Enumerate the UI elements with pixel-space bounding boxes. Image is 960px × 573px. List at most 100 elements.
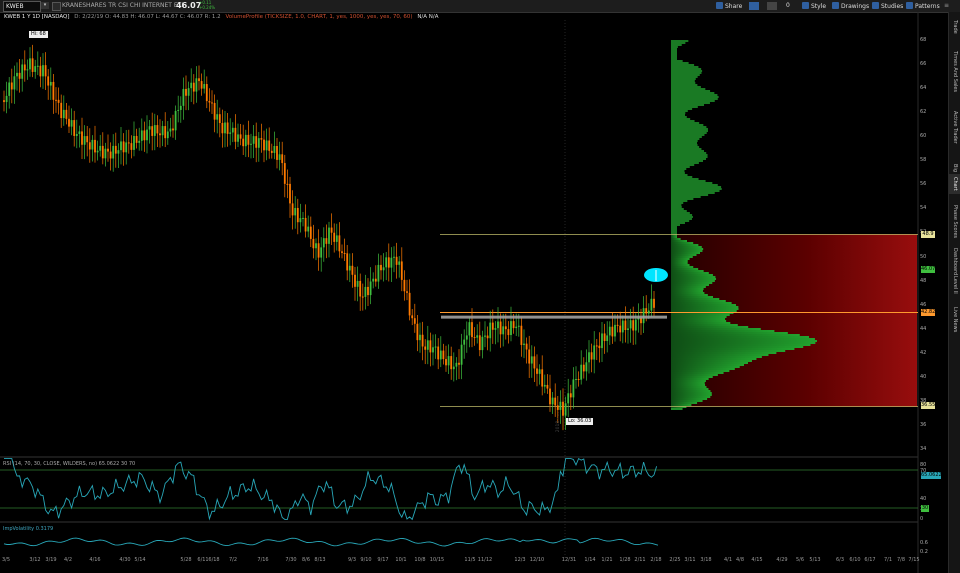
- candle-body: [187, 88, 190, 96]
- high-label: Hi: 68: [29, 31, 48, 38]
- profile-bar: [671, 106, 698, 108]
- profile-bar: [671, 186, 722, 188]
- date-tick: 5/6: [795, 557, 805, 563]
- candle-body: [151, 126, 154, 136]
- date-tick: 4/30: [119, 557, 131, 563]
- candle-body: [299, 218, 302, 223]
- candle-body: [88, 142, 91, 150]
- profile-bar: [671, 110, 688, 112]
- profile-bar: [671, 150, 704, 152]
- profile-bar: [671, 44, 682, 46]
- price-tick: 40: [920, 373, 927, 380]
- candle-body: [442, 350, 445, 360]
- profile-bar: [671, 316, 727, 318]
- side-tab-live-news[interactable]: Live News: [949, 300, 960, 340]
- candle-body: [250, 143, 252, 145]
- date-tick: 10/15: [429, 557, 445, 563]
- candle-body: [255, 136, 258, 148]
- date-tick: 9/10: [360, 557, 372, 563]
- profile-bar: [671, 256, 693, 258]
- date-tick: 4/16: [89, 557, 101, 563]
- iv-header[interactable]: ImpVolatility 0.3179: [3, 526, 53, 532]
- date-tick: 7/1: [883, 557, 893, 563]
- profile-bar: [671, 46, 678, 48]
- profile-bar: [671, 246, 702, 248]
- profile-bar: [671, 300, 726, 302]
- profile-bar: [671, 268, 699, 270]
- price-tick: 58: [920, 157, 927, 164]
- candle-body: [208, 101, 211, 103]
- profile-bar: [671, 308, 739, 310]
- candle-body: [502, 326, 505, 335]
- poc-tag: 42.82: [921, 309, 936, 316]
- profile-bar: [671, 336, 810, 338]
- profile-bar: [671, 242, 694, 244]
- candle-body: [497, 321, 499, 329]
- candle-body: [5, 95, 8, 103]
- profile-bar: [671, 128, 708, 130]
- candle-body: [356, 280, 359, 287]
- side-tab-active-trader[interactable]: Active Trader: [949, 102, 960, 152]
- candle-body: [559, 401, 562, 410]
- candle-body: [55, 99, 57, 101]
- candle-body: [49, 81, 52, 86]
- profile-bar: [671, 216, 693, 218]
- candle-body: [296, 207, 299, 223]
- profile-bar: [671, 372, 724, 374]
- candle-body: [117, 150, 120, 154]
- candle-body: [491, 322, 494, 330]
- low-label: Lo: 36.03: [566, 418, 594, 425]
- date-tick: 4/15: [751, 557, 763, 563]
- candle-body: [567, 393, 570, 404]
- candle-body: [143, 130, 146, 141]
- profile-bar: [671, 322, 731, 324]
- candle-body: [109, 151, 112, 159]
- profile-bar: [671, 158, 707, 160]
- candle-body: [44, 65, 47, 77]
- price-chart[interactable]: [0, 0, 948, 573]
- candle-body: [481, 336, 484, 351]
- candle-body: [16, 72, 18, 77]
- candle-body: [263, 139, 265, 151]
- side-tab-phase-scores[interactable]: Phase Scores: [949, 202, 960, 242]
- profile-bar: [671, 236, 677, 238]
- candle-body: [543, 384, 546, 387]
- candle-body: [60, 102, 63, 119]
- candle-body: [237, 134, 239, 142]
- profile-bar: [671, 338, 815, 340]
- candle-body: [244, 134, 247, 147]
- candle-body: [70, 120, 73, 127]
- side-tab-chart[interactable]: Chart: [949, 174, 960, 194]
- candle-body: [413, 318, 416, 324]
- price-tick: 68: [920, 37, 927, 43]
- rsi-header[interactable]: RSI (14, 70, 30, CLOSE, WILDERS, no) 65.…: [3, 461, 135, 467]
- date-tick: 11/12: [477, 557, 493, 563]
- candle-body: [642, 308, 645, 324]
- candle-body: [200, 81, 203, 89]
- date-tick: 5/14: [134, 557, 146, 563]
- side-tab-trade[interactable]: Trade: [949, 14, 960, 40]
- date-tick: 7/30: [285, 557, 297, 563]
- profile-bar: [671, 396, 711, 398]
- profile-bar: [671, 48, 677, 50]
- side-tab-times-and-sales[interactable]: Times And Sales: [949, 48, 960, 96]
- profile-bar: [671, 314, 730, 316]
- profile-bar: [671, 108, 693, 110]
- profile-bar: [671, 270, 704, 272]
- side-tab-level-ii[interactable]: Level II: [949, 274, 960, 296]
- candle-body: [161, 126, 164, 136]
- profile-bar: [671, 404, 692, 406]
- candle-body: [164, 126, 167, 139]
- candle-body: [525, 343, 528, 350]
- candle-body: [226, 122, 229, 134]
- profile-bar: [671, 170, 685, 172]
- candle-body: [10, 82, 13, 90]
- candle-body: [367, 286, 369, 296]
- candle-body: [203, 84, 206, 89]
- profile-bar: [671, 90, 711, 92]
- profile-bar: [671, 210, 687, 212]
- candle-body: [278, 154, 281, 160]
- candle-body: [273, 145, 276, 153]
- candle-body: [179, 105, 182, 110]
- price-tick: 54: [920, 205, 927, 212]
